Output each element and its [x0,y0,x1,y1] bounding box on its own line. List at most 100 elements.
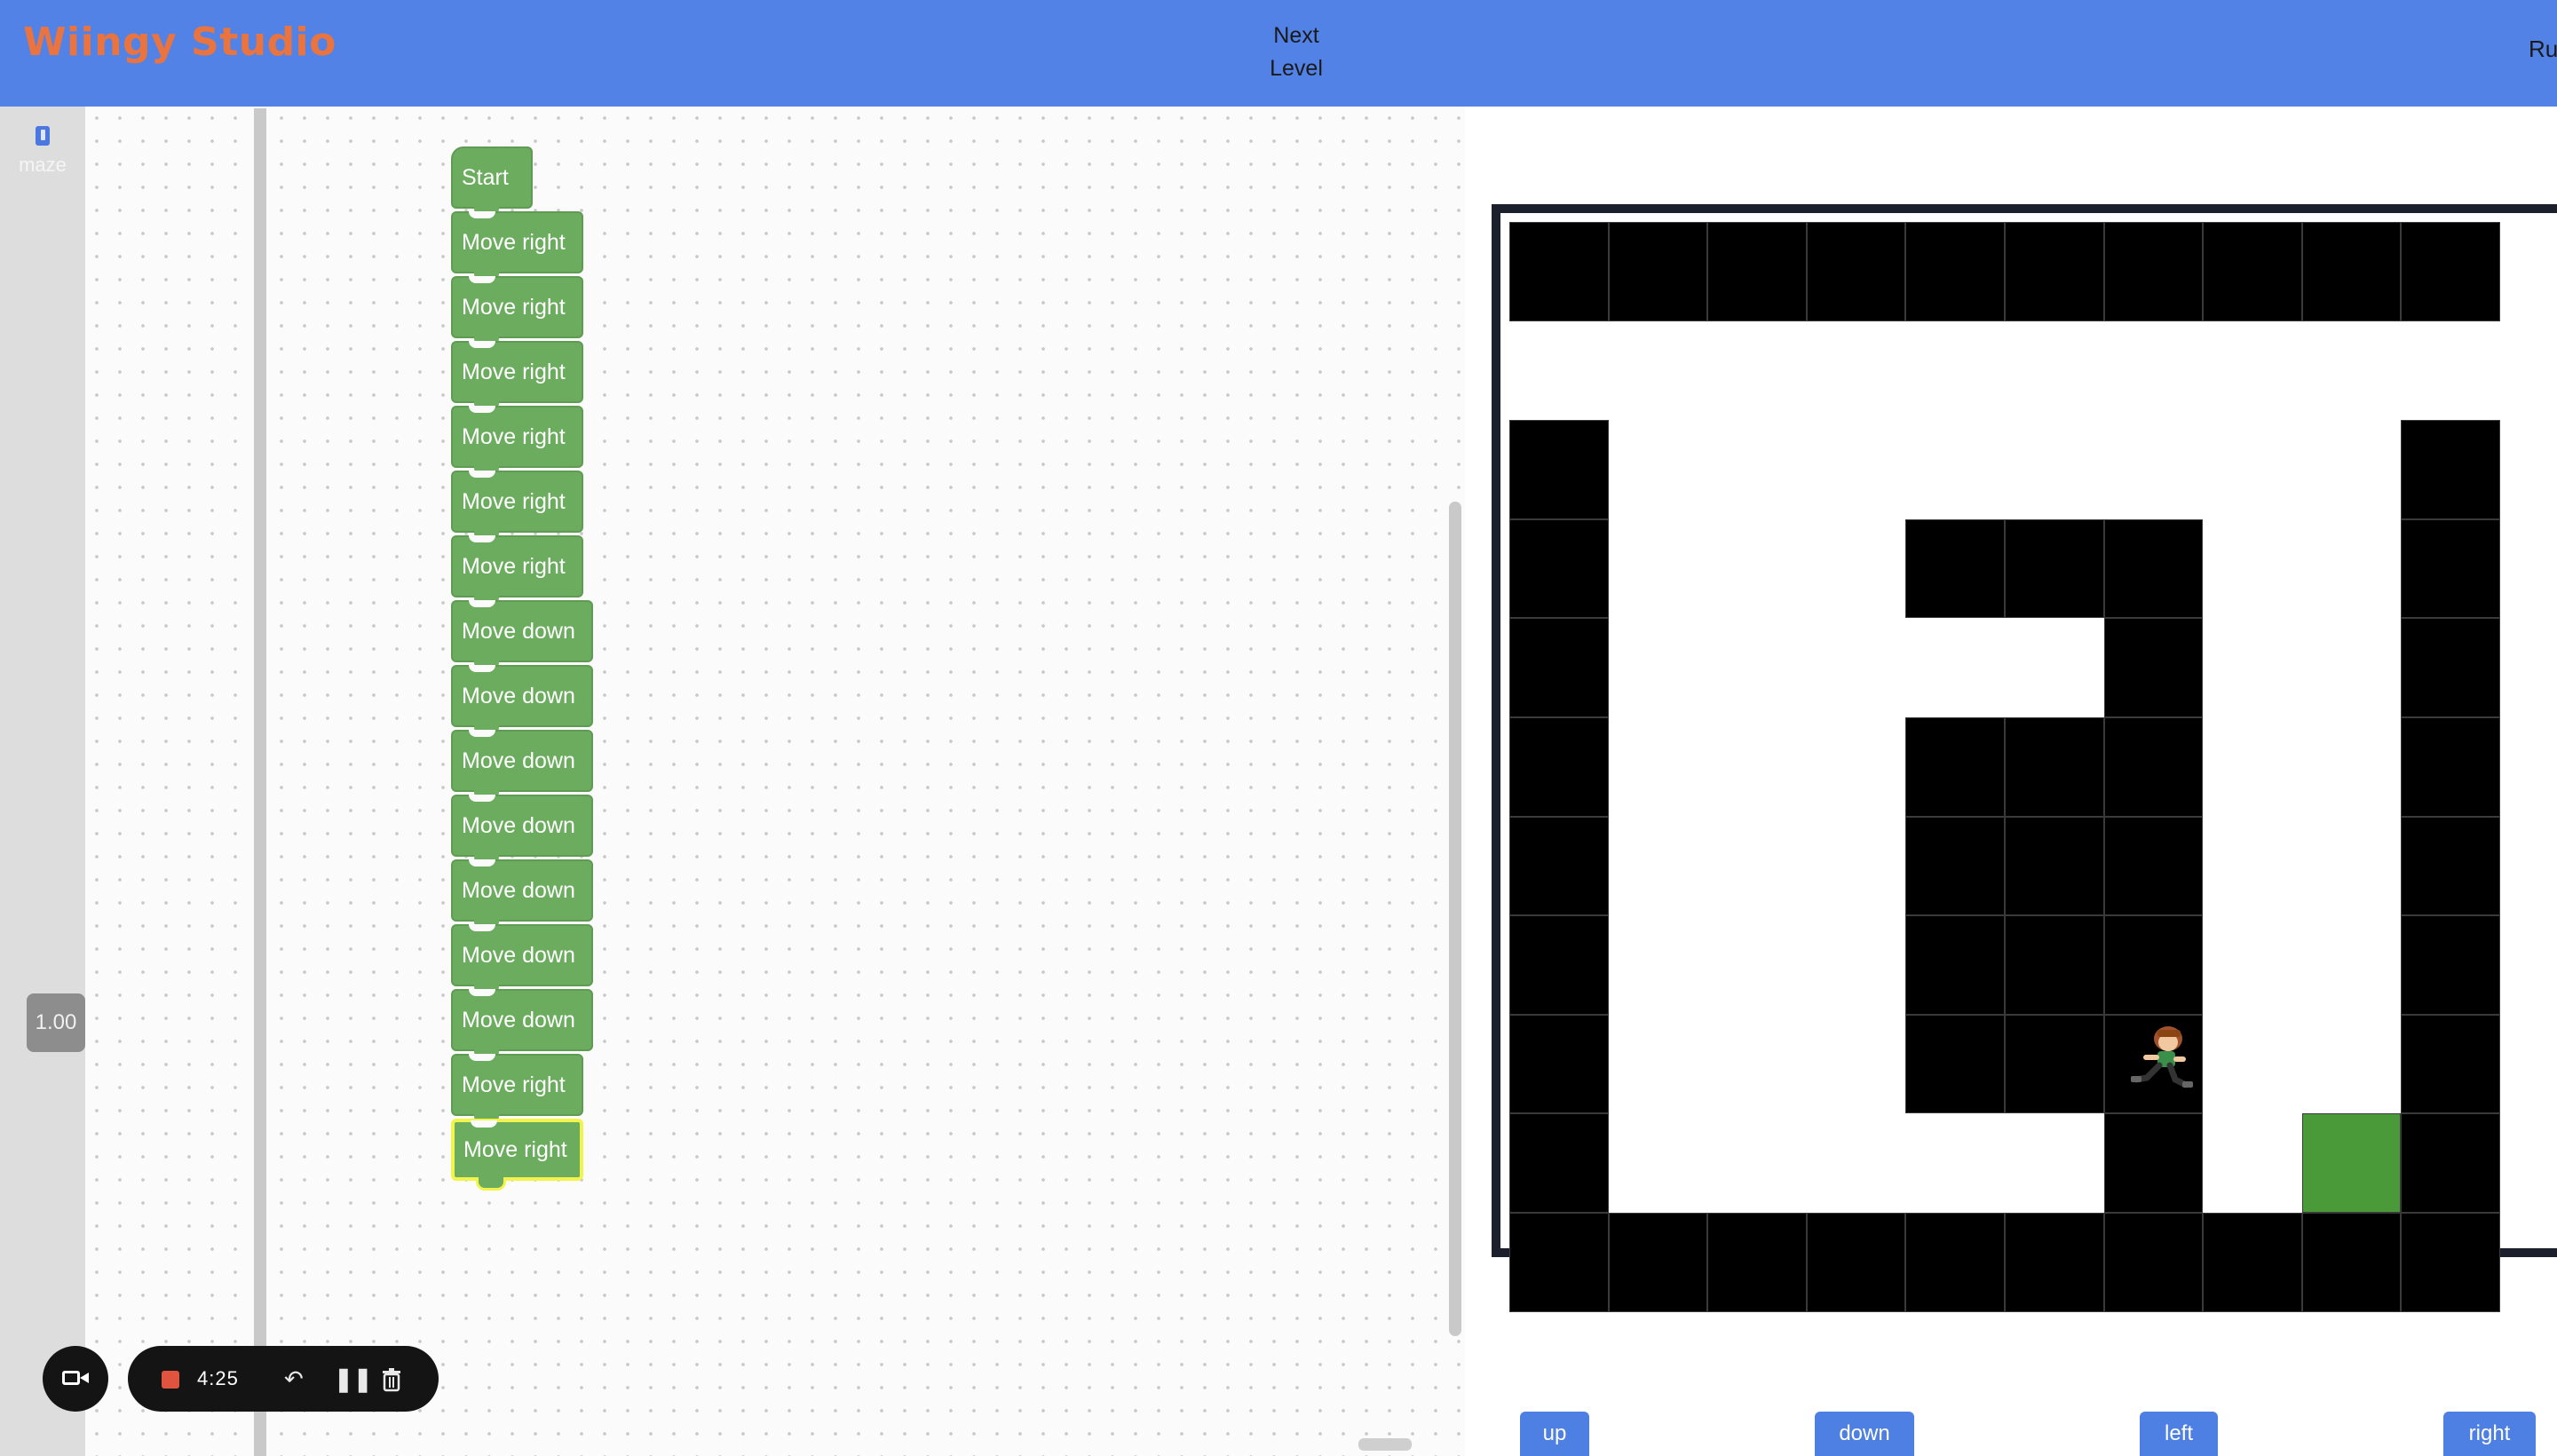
undo-icon[interactable]: ↶ [284,1364,304,1394]
program-block[interactable]: Move down [451,989,593,1060]
block-notch [469,600,495,607]
maze-wall-cell [2203,222,2302,321]
maze-path-cell [1806,518,1906,619]
camera-icon [62,1371,80,1385]
workspace-trash-handle[interactable] [1358,1438,1412,1451]
maze-wall-cell [1509,1014,1609,1114]
workspace-scrollbar[interactable] [1449,502,1461,1336]
program-block[interactable]: Move down [451,924,593,995]
trash-icon[interactable] [382,1364,401,1399]
maze-wall-cell [2005,222,2104,321]
program-block-label: Move down [462,684,575,708]
camera-lens-shape [80,1373,89,1383]
maze-path-cell [2103,320,2204,421]
block-workspace[interactable] [85,107,1465,1456]
stop-recording-icon[interactable] [162,1371,179,1389]
block-notch [469,276,495,283]
maze-wall-cell [2103,1213,2204,1312]
maze-path-cell [2203,518,2302,619]
maze-path-cell [1608,1113,1708,1213]
recording-toolbar: 4:25 ↶ ❚❚ [128,1346,439,1412]
maze-wall-cell [2103,1113,2204,1213]
program-block[interactable]: Move down [451,600,593,671]
camera-button[interactable] [43,1346,108,1412]
maze-wall-cell [2401,518,2500,619]
maze-path-cell [2203,1014,2302,1114]
program-block-label: Move right [462,424,566,449]
program-block[interactable]: Move right [451,1054,583,1125]
maze-path-cell [2005,420,2104,519]
maze-wall-cell [1905,1213,2005,1312]
next-level-button[interactable]: Next Level [1225,20,1367,85]
maze-wall-cell [2103,518,2204,619]
program-block[interactable]: Move right [451,1119,583,1191]
program-block[interactable]: Move down [451,795,593,866]
program-block[interactable]: Move right [451,341,583,412]
program-block[interactable]: Move down [451,859,593,930]
maze-path-cell [1707,1113,1807,1213]
program-block[interactable]: Move right [451,471,583,542]
block-notch [469,795,495,802]
maze-category[interactable]: maze [0,126,85,177]
maze-wall-cell [2401,222,2500,321]
maze-wall-cell [2301,1213,2402,1312]
maze-grid [1509,222,2500,1312]
maze-wall-cell [1905,816,2005,916]
right-button[interactable]: right [2443,1412,2536,1456]
up-button[interactable]: up [1520,1412,1589,1456]
block-notch [469,730,495,737]
maze-path-cell [1608,320,1708,421]
maze-path-cell [2005,320,2104,421]
program-block[interactable]: Move down [451,665,593,736]
maze-path-cell [1905,618,2005,717]
maze-path-cell [1707,320,1807,421]
maze-path-cell [1806,1113,1906,1213]
maze-wall-cell [2401,816,2500,916]
program-block[interactable]: Move right [451,535,583,606]
maze-wall-cell [2401,915,2500,1015]
maze-path-cell [1806,717,1906,817]
maze-wall-cell [1509,816,1609,916]
maze-path-cell [1707,915,1807,1015]
flyout-scrollbar[interactable] [254,108,266,1456]
maze-path-cell [1608,518,1708,619]
maze-path-cell [1905,1113,2005,1213]
maze-path-cell [1707,420,1807,519]
program-block[interactable]: Move down [451,730,593,801]
program-block-label: Move down [462,748,575,773]
next-level-label-line1: Next [1273,23,1319,48]
maze-path-cell [2203,618,2302,717]
program-block-label: Move right [462,360,566,384]
maze-path-cell [2203,717,2302,817]
maze-wall-cell [2103,222,2204,321]
maze-wall-cell [2203,1213,2302,1312]
maze-path-cell [1806,420,1906,519]
maze-path-cell [2301,717,2402,817]
zoom-level-badge[interactable]: 1.00 [27,993,85,1052]
program-block-label: Move down [462,943,575,968]
maze-path-cell [2203,915,2302,1015]
maze-wall-cell [2005,1014,2104,1114]
program-block[interactable]: Move right [451,211,583,282]
down-button[interactable]: down [1815,1412,1914,1456]
maze-path-cell [1707,618,1807,717]
maze-wall-cell [2005,915,2104,1015]
maze-wall-cell [1806,222,1906,321]
pause-icon[interactable]: ❚❚ [334,1364,373,1394]
maze-goal-cell [2301,1113,2402,1213]
maze-path-cell [2005,1113,2104,1213]
program-block-label: Move down [462,878,575,903]
left-button[interactable]: left [2140,1412,2218,1456]
maze-path-cell [1806,915,1906,1015]
program-block-label: Move down [462,1008,575,1033]
start-block[interactable]: Start [451,146,533,218]
program-block[interactable]: Move right [451,406,583,477]
program-block-label: Move down [462,619,575,644]
maze-category-label: maze [19,154,67,176]
block-notch [469,859,495,866]
run-button[interactable]: Ru [2529,36,2557,63]
app-logo[interactable]: Wiingy Studio [23,20,336,65]
maze-path-cell [1806,320,1906,421]
maze-path-cell [2103,420,2204,519]
program-block[interactable]: Move right [451,276,583,347]
